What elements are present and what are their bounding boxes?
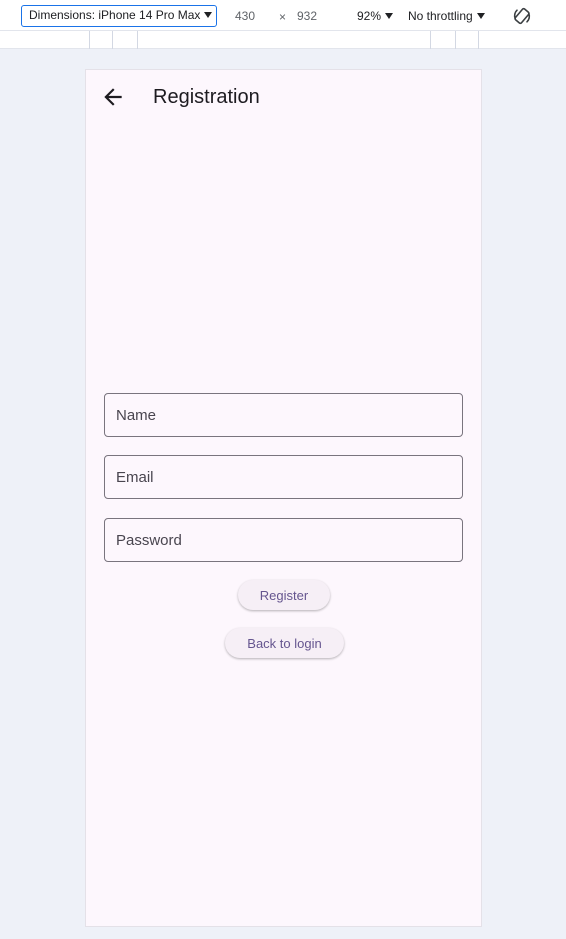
app-bar: Registration <box>86 70 481 124</box>
rotate-icon[interactable] <box>512 6 532 26</box>
zoom-dropdown[interactable]: 92% <box>357 9 394 23</box>
throttling-dropdown[interactable]: No throttling <box>408 9 485 23</box>
dropdown-caret-icon <box>385 13 394 19</box>
password-field[interactable] <box>104 518 463 562</box>
back-to-login-button[interactable]: Back to login <box>225 628 344 658</box>
zoom-label: 92% <box>357 9 382 23</box>
device-toolbar: Dimensions: iPhone 14 Pro Max 430 × 932 … <box>0 0 566 31</box>
throttling-label: No throttling <box>408 9 473 23</box>
media-query-ruler <box>0 31 566 49</box>
page-title: Registration <box>153 86 260 108</box>
ruler-tick <box>112 31 113 49</box>
dimensions-dropdown[interactable]: Dimensions: iPhone 14 Pro Max <box>21 5 217 27</box>
ruler-tick <box>430 31 431 49</box>
ruler-tick <box>137 31 138 49</box>
email-field[interactable] <box>104 455 463 499</box>
register-button[interactable]: Register <box>238 580 330 610</box>
ruler-tick <box>478 31 479 49</box>
arrow-left-icon[interactable] <box>100 84 126 110</box>
dimension-separator: × <box>279 10 287 24</box>
name-field[interactable] <box>104 393 463 437</box>
dropdown-caret-icon <box>476 13 485 19</box>
device-viewport: Registration Register Back to login <box>85 69 482 927</box>
height-input[interactable]: 932 <box>297 9 317 23</box>
ruler-tick <box>455 31 456 49</box>
ruler-tick <box>89 31 90 49</box>
dropdown-caret-icon <box>204 12 213 18</box>
dimensions-label: Dimensions: iPhone 14 Pro Max <box>29 8 201 22</box>
width-input[interactable]: 430 <box>235 9 255 23</box>
